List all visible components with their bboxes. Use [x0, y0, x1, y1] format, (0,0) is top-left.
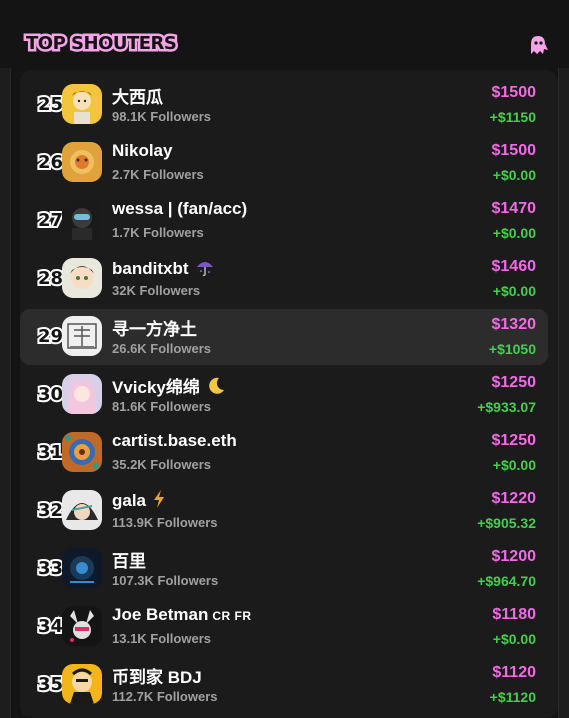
- follower-count: 2.7K Followers: [112, 167, 204, 182]
- price-change: +$1050: [488, 341, 536, 357]
- avatar: [62, 258, 102, 298]
- price: $1250: [491, 432, 537, 449]
- avatar: [62, 316, 102, 356]
- name-badge: CR FR: [212, 609, 252, 623]
- follower-count: 1.7K Followers: [112, 225, 204, 240]
- crescent-moon-emoji: [206, 376, 226, 401]
- user-name-text: Joe Betman: [112, 605, 209, 624]
- user-name: Nikolay: [112, 141, 173, 160]
- list-item[interactable]: 26 Nikolay 2.7K Followers $1500 +$0.00: [20, 135, 548, 191]
- user-name: wessa | (fan/acc): [112, 199, 248, 218]
- price-change: +$0.00: [492, 283, 536, 299]
- user-name: Vvicky绵绵: [112, 373, 226, 401]
- avatar: [62, 664, 102, 704]
- avatar: [62, 548, 102, 588]
- user-name: gala: [112, 489, 166, 514]
- list-item[interactable]: 28 banditxbt 32K Followers $1460 +$0.00: [20, 251, 548, 307]
- right-panel-edge: [558, 68, 569, 718]
- list-item[interactable]: 33 百里 107.3K Followers $1200 +$964.70: [20, 541, 548, 597]
- user-name: 大西瓜: [112, 88, 163, 107]
- user-name-text: banditxbt: [112, 258, 189, 278]
- price-change: +$1120: [489, 689, 536, 705]
- user-name: 寻一方净土: [112, 320, 197, 339]
- follower-count: 81.6K Followers: [112, 399, 211, 414]
- price-change: +$905.32: [477, 515, 536, 531]
- price: $1120: [492, 664, 536, 681]
- price-change: +$0.00: [492, 631, 536, 647]
- avatar: [62, 84, 102, 124]
- price: $1470: [491, 200, 537, 217]
- price: $1460: [491, 258, 537, 275]
- user-name: 百里: [112, 552, 146, 571]
- price: $1180: [492, 606, 536, 623]
- price: $1320: [491, 316, 537, 333]
- follower-count: 98.1K Followers: [112, 109, 211, 124]
- list-item[interactable]: 35 币到家 BDJ 112.7K Followers $1120 +$1120: [20, 657, 548, 713]
- list-item[interactable]: 31 cartist.base.eth 35.2K Followers $125…: [20, 425, 548, 481]
- list-item[interactable]: 34 Joe Betman CR FR 13.1K Followers $1180…: [20, 599, 548, 655]
- list-item[interactable]: 25 大西瓜 98.1K Followers $1500 +$1150: [20, 77, 548, 133]
- price: $1220: [491, 490, 537, 507]
- leaderboard-list: 25 大西瓜 98.1K Followers $1500 +$1150 26 N…: [20, 70, 558, 718]
- avatar: [62, 142, 102, 182]
- follower-count: 26.6K Followers: [112, 341, 211, 356]
- list-item[interactable]: 30 Vvicky绵绵 81.6K Followers $1250 +$933.…: [20, 367, 548, 423]
- price-change: +$933.07: [477, 399, 536, 415]
- follower-count: 32K Followers: [112, 283, 201, 298]
- user-name-text: Vvicky绵绵: [112, 378, 200, 397]
- ghost-icon[interactable]: [525, 32, 551, 58]
- umbrella-emoji: [195, 257, 215, 282]
- page-title: TOP SHOUTERS: [23, 31, 179, 57]
- list-item[interactable]: 27 wessa | (fan/acc) 1.7K Followers $147…: [20, 193, 548, 249]
- follower-count: 113.9K Followers: [112, 515, 218, 530]
- user-name: cartist.base.eth: [112, 431, 237, 450]
- price-change: +$964.70: [477, 573, 536, 589]
- price-change: +$0.00: [492, 225, 536, 241]
- user-name: Joe Betman CR FR: [112, 605, 252, 625]
- price: $1250: [491, 374, 537, 391]
- header: TOP SHOUTERS: [23, 30, 551, 62]
- avatar: [62, 200, 102, 240]
- user-name: banditxbt: [112, 257, 215, 282]
- follower-count: 13.1K Followers: [112, 631, 211, 646]
- follower-count: 107.3K Followers: [112, 573, 219, 588]
- lightning-emoji: [152, 489, 166, 514]
- price: $1500: [491, 84, 537, 101]
- price-change: +$0.00: [492, 457, 536, 473]
- list-item[interactable]: 32 gala 113.9K Followers $1220 +$905.32: [20, 483, 548, 539]
- price-change: +$0.00: [492, 167, 536, 183]
- price-change: +$1150: [489, 109, 536, 125]
- price: $1200: [491, 548, 537, 565]
- follower-count: 112.7K Followers: [112, 689, 218, 704]
- left-panel-edge: [0, 68, 11, 718]
- avatar: [62, 374, 102, 414]
- price: $1500: [491, 142, 537, 159]
- avatar: [62, 490, 102, 530]
- user-name-text: gala: [112, 490, 147, 510]
- list-item[interactable]: 29 寻一方净土 26.6K Followers $1320 +$1050: [20, 309, 548, 365]
- avatar: [62, 432, 102, 472]
- user-name: 币到家 BDJ: [112, 668, 202, 687]
- follower-count: 35.2K Followers: [112, 457, 211, 472]
- avatar: [62, 606, 102, 646]
